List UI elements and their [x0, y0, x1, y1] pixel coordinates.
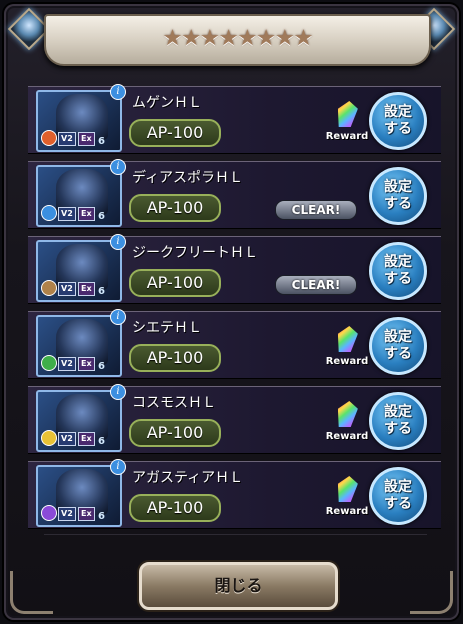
quest-name: ディアスポラＨＬ [132, 170, 244, 186]
divider [44, 534, 427, 535]
light-icon [41, 430, 57, 446]
quest-name: シエテＨＬ [132, 320, 202, 336]
set-button-label-2: する [384, 121, 412, 137]
set-button-label-2: する [384, 496, 412, 512]
boss-thumbnail[interactable]: V2 Ex 6 [36, 465, 122, 527]
fire-icon [41, 130, 57, 146]
info-icon[interactable]: i [110, 234, 126, 250]
clear-badge: CLEAR! [275, 275, 357, 295]
dark-icon [41, 505, 57, 521]
set-button-label-1: 設定 [384, 179, 412, 195]
ap-cost: AP-100 [129, 119, 221, 147]
reward-label: Reward [325, 356, 369, 367]
boss-thumbnail[interactable]: V2 Ex 6 [36, 315, 122, 377]
set-button[interactable]: 設定 する [369, 467, 427, 525]
reward-indicator: Reward [325, 476, 369, 526]
frame-ornament [410, 571, 453, 614]
set-button[interactable]: 設定 する [369, 167, 427, 225]
ex-badge: Ex [78, 507, 95, 521]
v2-badge: V2 [58, 132, 76, 146]
reward-label: Reward [325, 431, 369, 442]
party-count: 6 [98, 436, 105, 447]
set-button-label-1: 設定 [384, 329, 412, 345]
water-icon [41, 205, 57, 221]
set-button[interactable]: 設定 する [369, 317, 427, 375]
info-icon[interactable]: i [110, 459, 126, 475]
party-count: 6 [98, 511, 105, 522]
v2-badge: V2 [58, 432, 76, 446]
quest-row: V2 Ex 6 i ムゲンＨＬ AP-100 Reward 設定 する [28, 84, 441, 154]
info-icon[interactable]: i [110, 384, 126, 400]
frame-ornament [10, 571, 53, 614]
quest-row: V2 Ex 6 i アガスティアＨＬ AP-100 Reward 設定 する [28, 459, 441, 529]
set-button-label-2: する [384, 271, 412, 287]
set-button-label-1: 設定 [384, 104, 412, 120]
party-count: 6 [98, 286, 105, 297]
v2-badge: V2 [58, 282, 76, 296]
party-count: 6 [98, 361, 105, 372]
ex-badge: Ex [78, 357, 95, 371]
clear-badge: CLEAR! [275, 200, 357, 220]
difficulty-stars: ★★★★★★★★ [162, 26, 314, 51]
quest-list-dialog: ★★★★★★★★ V2 Ex 6 i ムゲンＨＬ AP-100 Reward 設… [4, 4, 459, 620]
set-button[interactable]: 設定 する [369, 242, 427, 300]
set-button-label-1: 設定 [384, 254, 412, 270]
rainbow-crystal-icon [335, 101, 360, 127]
quest-row: V2 Ex 6 i ジークフリートＨＬ AP-100 CLEAR! 設定 する [28, 234, 441, 304]
quest-row: V2 Ex 6 i コスモスＨＬ AP-100 Reward 設定 する [28, 384, 441, 454]
reward-label: Reward [325, 131, 369, 142]
boss-thumbnail[interactable]: V2 Ex 6 [36, 390, 122, 452]
quest-name: ムゲンＨＬ [132, 95, 202, 111]
ex-badge: Ex [78, 207, 95, 221]
party-count: 6 [98, 136, 105, 147]
set-button-label-2: する [384, 421, 412, 437]
ex-badge: Ex [78, 432, 95, 446]
wind-icon [41, 355, 57, 371]
ap-cost: AP-100 [129, 194, 221, 222]
quest-row: V2 Ex 6 i シエテＨＬ AP-100 Reward 設定 する [28, 309, 441, 379]
reward-indicator: Reward [325, 401, 369, 451]
v2-badge: V2 [58, 357, 76, 371]
ap-cost: AP-100 [129, 269, 221, 297]
reward-label: Reward [325, 506, 369, 517]
set-button-label-2: する [384, 346, 412, 362]
quest-name: ジークフリートＨＬ [132, 245, 258, 261]
v2-badge: V2 [58, 207, 76, 221]
quest-row: V2 Ex 6 i ディアスポラＨＬ AP-100 CLEAR! 設定 する [28, 159, 441, 229]
ap-cost: AP-100 [129, 344, 221, 372]
rainbow-crystal-icon [335, 476, 360, 502]
boss-thumbnail[interactable]: V2 Ex 6 [36, 90, 122, 152]
quest-name: アガスティアＨＬ [132, 470, 244, 486]
set-button-label-2: する [384, 196, 412, 212]
ap-cost: AP-100 [129, 419, 221, 447]
set-button[interactable]: 設定 する [369, 92, 427, 150]
v2-badge: V2 [58, 507, 76, 521]
info-icon[interactable]: i [110, 309, 126, 325]
rainbow-crystal-icon [335, 326, 360, 352]
set-button-label-1: 設定 [384, 479, 412, 495]
info-icon[interactable]: i [110, 159, 126, 175]
close-button[interactable]: 閉じる [139, 562, 338, 610]
info-icon[interactable]: i [110, 84, 126, 100]
set-button-label-1: 設定 [384, 404, 412, 420]
difficulty-header: ★★★★★★★★ [44, 14, 431, 66]
boss-thumbnail[interactable]: V2 Ex 6 [36, 165, 122, 227]
rainbow-crystal-icon [335, 401, 360, 427]
party-count: 6 [98, 211, 105, 222]
earth-icon [41, 280, 57, 296]
set-button[interactable]: 設定 する [369, 392, 427, 450]
ex-badge: Ex [78, 282, 95, 296]
ap-cost: AP-100 [129, 494, 221, 522]
ex-badge: Ex [78, 132, 95, 146]
boss-thumbnail[interactable]: V2 Ex 6 [36, 240, 122, 302]
quest-name: コスモスＨＬ [132, 395, 216, 411]
reward-indicator: Reward [325, 101, 369, 151]
reward-indicator: Reward [325, 326, 369, 376]
